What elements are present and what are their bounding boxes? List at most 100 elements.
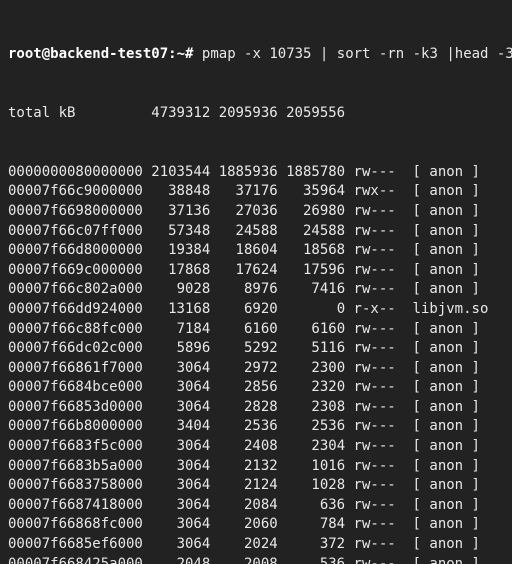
col-mode: rw--- [345,555,404,564]
col-rss: 2060 [210,515,277,535]
col-kbytes: 5896 [143,339,210,359]
col-address: 00007f6683758000 [8,476,143,496]
col-mapping: [ anon ] [404,457,480,477]
col-rss: 8976 [210,280,277,300]
col-address: 00007f6684bce000 [8,378,143,398]
col-mode: rw--- [345,320,404,340]
col-address: 00007f66dc02c000 [8,339,143,359]
col-mode: rw--- [345,398,404,418]
command-text: pmap -x 10735 | sort -rn -k3 |head -30 [202,45,512,65]
col-rss: 18604 [210,241,277,261]
col-rss: 2132 [210,457,277,477]
col-rss: 1885936 [210,163,277,183]
col-dirty: 2308 [278,398,345,418]
pmap-row: 00007f66868fc00030642060784rw---[ anon ] [8,515,504,535]
col-mode: rw--- [345,339,404,359]
col-kbytes: 3064 [143,515,210,535]
pmap-row: 00007f6698000000371362703626980rw---[ an… [8,202,504,222]
col-mapping: [ anon ] [404,339,480,359]
col-kbytes: 9028 [143,280,210,300]
col-kbytes: 3064 [143,496,210,516]
col-mode: rw--- [345,202,404,222]
col-address: 00007f669c000000 [8,261,143,281]
col-dirty: 17596 [278,261,345,281]
col-dirty: 2536 [278,417,345,437]
col-address: 00007f6687418000 [8,496,143,516]
pmap-row: 00007f66c88fc000718461606160rw---[ anon … [8,320,504,340]
col-address: 00007f66861f7000 [8,359,143,379]
col-mode: rw--- [345,222,404,242]
pmap-row: 00007f668425a00020482008536rw---[ anon ] [8,555,504,564]
col-mapping: [ anon ] [404,320,480,340]
col-rss: 5292 [210,339,277,359]
pmap-row: 0000000080000000210354418859361885780rw-… [8,163,504,183]
col-mapping: [ anon ] [404,359,480,379]
pmap-row: 00007f66dd9240001316869200r-x--libjvm.so [8,300,504,320]
pmap-row: 00007f668741800030642084636rw---[ anon ] [8,496,504,516]
col-address: 00007f668425a000 [8,555,143,564]
col-mode: rw--- [345,417,404,437]
col-rss: 2084 [210,496,277,516]
pmap-row: 00007f6683b5a000306421321016rw---[ anon … [8,457,504,477]
col-address: 00007f6685ef6000 [8,535,143,555]
col-dirty: 2320 [278,378,345,398]
col-rss: 2972 [210,359,277,379]
col-dirty: 24588 [278,222,345,242]
col-mapping: [ anon ] [404,378,480,398]
col-mode: rw--- [345,496,404,516]
col-mode: rwx-- [345,182,404,202]
col-dirty: 2300 [278,359,345,379]
col-mode: rw--- [345,261,404,281]
pmap-row: 00007f66c802a000902889767416rw---[ anon … [8,280,504,300]
col-kbytes: 3404 [143,417,210,437]
pmap-row: 00007f66d8000000193841860418568rw---[ an… [8,241,504,261]
col-dirty: 26980 [278,202,345,222]
col-mapping: [ anon ] [404,437,480,457]
col-mode: rw--- [345,241,404,261]
col-rss: 2124 [210,476,277,496]
col-kbytes: 2103544 [143,163,210,183]
col-mode: rw--- [345,163,404,183]
prompt-line: root@backend-test07:~# pmap -x 10735 | s… [8,45,504,65]
col-kbytes: 3064 [143,535,210,555]
col-address: 00007f66d8000000 [8,241,143,261]
prompt-sigil: # [185,45,193,65]
col-dirty: 1016 [278,457,345,477]
col-mapping: [ anon ] [404,476,480,496]
col-dirty: 35964 [278,182,345,202]
col-address: 00007f66dd924000 [8,300,143,320]
col-dirty: 7416 [278,280,345,300]
prompt-sep: : [168,45,176,65]
col-address: 00007f6683b5a000 [8,457,143,477]
prompt-cwd: ~ [177,45,185,65]
col-rss: 2408 [210,437,277,457]
col-kbytes: 17868 [143,261,210,281]
col-address: 00007f66868fc000 [8,515,143,535]
col-mapping: [ anon ] [404,417,480,437]
pmap-row: 00007f66861f7000306429722300rw---[ anon … [8,359,504,379]
terminal[interactable]: root@backend-test07:~# pmap -x 10735 | s… [0,0,512,564]
pmap-row: 00007f66853d0000306428282308rw---[ anon … [8,398,504,418]
pmap-row: 00007f66dc02c000589652925116rw---[ anon … [8,339,504,359]
col-dirty: 372 [278,535,345,555]
col-mode: rw--- [345,280,404,300]
col-address: 00007f66c802a000 [8,280,143,300]
col-dirty: 2304 [278,437,345,457]
total-dirty: 2059556 [278,104,345,124]
col-rss: 24588 [210,222,277,242]
col-kbytes: 7184 [143,320,210,340]
col-mapping: [ anon ] [404,241,480,261]
col-mapping: [ anon ] [404,163,480,183]
pmap-row: 00007f6683f5c000306424082304rw---[ anon … [8,437,504,457]
col-mapping: libjvm.so [404,300,488,320]
col-dirty: 1885780 [278,163,345,183]
col-mode: rw--- [345,359,404,379]
col-kbytes: 3064 [143,437,210,457]
col-address: 00007f66c88fc000 [8,320,143,340]
col-dirty: 6160 [278,320,345,340]
pmap-row: 00007f6684bce000306428562320rw---[ anon … [8,378,504,398]
col-mapping: [ anon ] [404,202,480,222]
total-rss: 2095936 [210,104,277,124]
col-kbytes: 13168 [143,300,210,320]
col-mode: rw--- [345,457,404,477]
